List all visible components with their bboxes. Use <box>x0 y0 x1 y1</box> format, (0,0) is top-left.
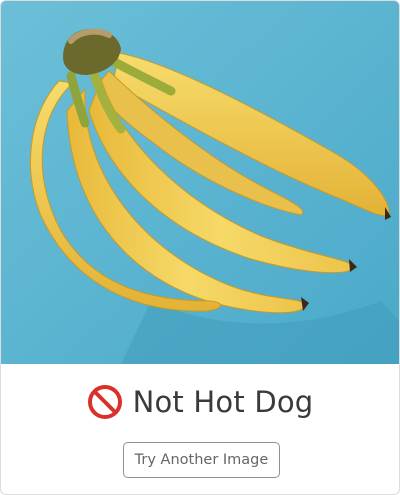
prohibited-icon <box>87 384 122 419</box>
uploaded-photo <box>1 1 399 364</box>
result-card: Not Hot Dog Try Another Image <box>0 0 400 495</box>
result-label: Not Hot Dog <box>132 384 314 419</box>
result-label-group: Not Hot Dog <box>87 384 314 420</box>
try-another-image-button[interactable]: Try Another Image <box>123 442 280 478</box>
classification-result: Not Hot Dog <box>1 364 399 439</box>
